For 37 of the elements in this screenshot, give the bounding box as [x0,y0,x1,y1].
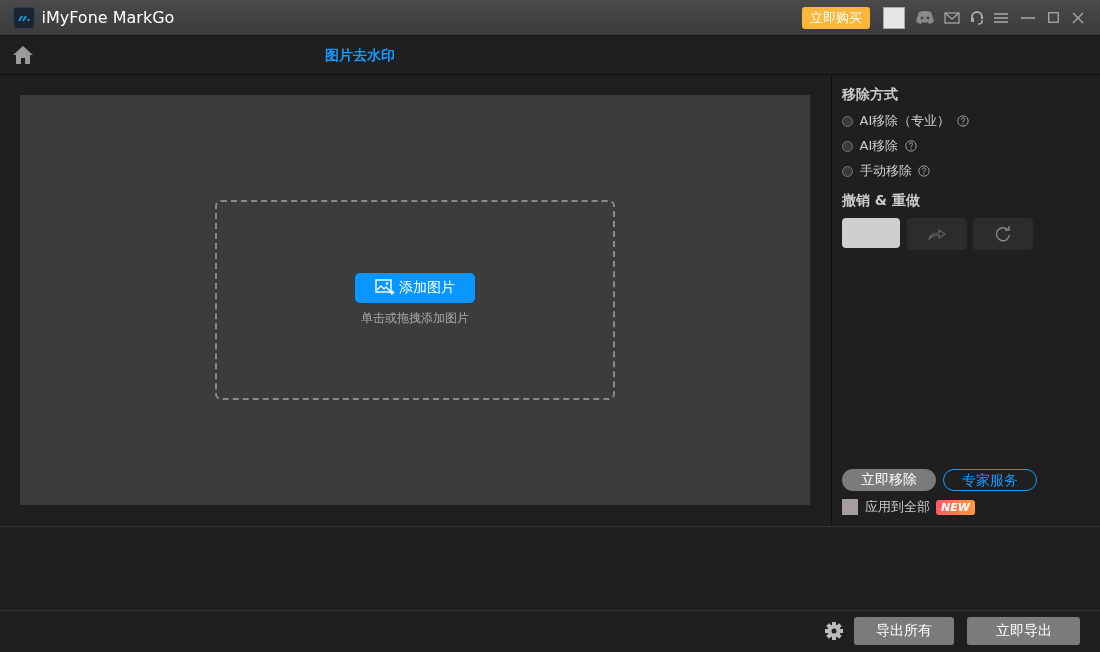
apply-all-label: 应用到全部 [864,498,930,517]
new-badge: NEW [936,499,975,515]
app-title: iMyFone MarkGo [41,6,175,29]
export-now-button[interactable]: 立即导出 [967,616,1080,645]
drop-hint: 单击或拖拽添加图片 [361,310,469,328]
maximize-icon[interactable] [1047,12,1059,23]
undo-button[interactable] [842,217,900,248]
help-icon[interactable] [904,140,917,152]
section-heading: 撤销 & 重做 [842,191,921,210]
help-icon[interactable] [956,115,969,127]
add-image-button[interactable]: 添加图片 [355,272,475,303]
radio-button[interactable] [842,115,853,127]
option-label: AI移除（专业） [859,112,951,131]
apply-all-checkbox[interactable] [842,499,858,515]
section-heading: 移除方式 [842,85,899,105]
radio-button[interactable] [842,140,853,152]
app-logo-icon [13,6,35,29]
menu-icon[interactable] [993,11,1008,24]
drop-zone[interactable]: 添加图片 单击或拖拽添加图片 [215,200,615,400]
option-label: AI移除 [859,137,899,156]
blank-square-icon[interactable] [882,6,905,29]
option-label: 手动移除 [859,162,912,181]
home-icon[interactable] [13,46,33,64]
image-add-icon [375,279,396,297]
headset-icon[interactable] [970,9,984,26]
refresh-icon [995,225,1011,242]
help-icon[interactable] [918,165,930,177]
remove-now-button[interactable]: 立即移除 [842,468,936,491]
export-all-button[interactable]: 导出所有 [854,616,954,645]
minimize-icon[interactable] [1020,16,1035,19]
reset-button[interactable] [973,217,1033,250]
redo-arrow-icon [927,227,946,240]
close-icon[interactable] [1071,11,1084,24]
radio-button[interactable] [842,165,853,177]
mail-icon[interactable] [944,11,961,24]
game-controller-icon[interactable] [914,9,935,26]
page-title: 图片去水印 [325,46,395,63]
